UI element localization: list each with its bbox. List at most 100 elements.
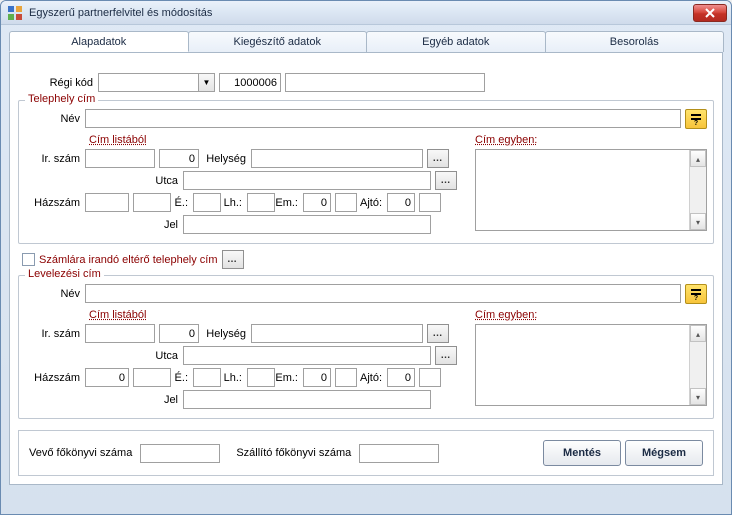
vevo-label: Vevő főkönyvi száma — [29, 447, 136, 459]
app-icon — [7, 5, 23, 21]
tab-body: Régi kód ▼ Telephely cím Név ? — [9, 53, 723, 485]
t-nev-input[interactable] — [85, 109, 681, 128]
t-ep-label: É.: — [171, 197, 193, 209]
t-helyseg-input[interactable] — [251, 149, 423, 168]
l-help-button[interactable]: ? — [685, 284, 707, 304]
regi-kod-input[interactable] — [98, 73, 198, 92]
t-scrollbar[interactable]: ▴▾ — [689, 150, 706, 230]
t-em-input[interactable] — [303, 193, 331, 212]
t-em2-input[interactable] — [335, 193, 357, 212]
levelezesi-legend: Levelezési cím — [25, 268, 104, 280]
t-cim-egyben-label: Cím egyben: — [475, 134, 707, 146]
t-ep-input[interactable] — [193, 193, 221, 212]
l-ajto2-input[interactable] — [419, 368, 441, 387]
t-lh-input[interactable] — [247, 193, 275, 212]
scroll-down-icon[interactable]: ▾ — [690, 388, 706, 405]
szallito-input[interactable] — [359, 444, 439, 463]
l-scrollbar[interactable]: ▴▾ — [689, 325, 706, 405]
eltero-browse[interactable]: … — [222, 250, 244, 269]
eltero-label: Számlára irandó eltérő telephely cím — [39, 254, 222, 266]
l-jel-input[interactable] — [183, 390, 431, 409]
t-utca-label: Utca — [25, 175, 183, 187]
l-em-input[interactable] — [303, 368, 331, 387]
l-utca-label: Utca — [25, 350, 183, 362]
scroll-up-icon[interactable]: ▴ — [690, 150, 706, 167]
t-ajto-label: Ajtó: — [357, 197, 387, 209]
close-button[interactable] — [693, 4, 727, 22]
t-left-column: Cím listából Ir. szám Helység … — [25, 134, 469, 237]
save-button[interactable]: Mentés — [543, 440, 621, 466]
l-lh-input[interactable] — [247, 368, 275, 387]
window-root: Egyszerű partnerfelvitel és módosítás Al… — [0, 0, 732, 515]
l-nev-input[interactable] — [85, 284, 681, 303]
l-nev-label: Név — [25, 288, 85, 300]
tab-egyeb[interactable]: Egyéb adatok — [366, 31, 546, 52]
l-utca-browse[interactable]: … — [435, 346, 457, 365]
l-irszam2-input[interactable] — [159, 324, 199, 343]
extra-input[interactable] — [285, 73, 485, 92]
l-right-column: Cím egyben: ▴▾ — [469, 309, 707, 412]
tab-alapadatok[interactable]: Alapadatok — [9, 31, 189, 52]
t-irszam-input[interactable] — [85, 149, 155, 168]
t-utca-browse[interactable]: … — [435, 171, 457, 190]
t-cim-listabol: Cím listából — [89, 134, 469, 146]
l-utca-input[interactable] — [183, 346, 431, 365]
t-lh-label: Lh.: — [221, 197, 247, 209]
window-title: Egyszerű partnerfelvitel és módosítás — [29, 7, 693, 19]
eltero-checkbox[interactable] — [22, 253, 35, 266]
l-irszam-input[interactable] — [85, 324, 155, 343]
code-input[interactable] — [219, 73, 281, 92]
l-ajto-input[interactable] — [387, 368, 415, 387]
l-cim-listabol: Cím listából — [89, 309, 469, 321]
scroll-down-icon[interactable]: ▾ — [690, 213, 706, 230]
t-hazszam-input[interactable] — [85, 193, 129, 212]
l-hazszam2-input[interactable] — [133, 368, 171, 387]
l-jel-label: Jel — [25, 394, 183, 406]
t-cim-egyben-text[interactable]: ▴▾ — [475, 149, 707, 231]
vevo-input[interactable] — [140, 444, 220, 463]
levelezesi-group: Levelezési cím Név ? Cím listából Ir. sz… — [18, 275, 714, 419]
t-jel-label: Jel — [25, 219, 183, 231]
t-jel-input[interactable] — [183, 215, 431, 234]
l-em2-input[interactable] — [335, 368, 357, 387]
t-helyseg-label: Helység — [199, 153, 251, 165]
l-hazszam-input[interactable] — [85, 368, 129, 387]
l-cim-egyben-label: Cím egyben: — [475, 309, 707, 321]
t-nev-label: Név — [25, 113, 85, 125]
tab-kiegeszito[interactable]: Kiegészítő adatok — [188, 31, 368, 52]
l-lh-label: Lh.: — [221, 372, 247, 384]
telephely-legend: Telephely cím — [25, 93, 98, 105]
t-hazszam-label: Házszám — [25, 197, 85, 209]
t-irszam2-input[interactable] — [159, 149, 199, 168]
t-right-column: Cím egyben: ▴▾ — [469, 134, 707, 237]
t-help-button[interactable]: ? — [685, 109, 707, 129]
titlebar: Egyszerű partnerfelvitel és módosítás — [1, 1, 731, 25]
l-cim-egyben-text[interactable]: ▴▾ — [475, 324, 707, 406]
regi-kod-label: Régi kód — [18, 77, 98, 89]
dropdown-icon[interactable]: ▼ — [198, 73, 215, 92]
l-ajto-label: Ajtó: — [357, 372, 387, 384]
t-irszam-label: Ir. szám — [25, 153, 85, 165]
tab-besorolas[interactable]: Besorolás — [545, 31, 725, 52]
scroll-up-icon[interactable]: ▴ — [690, 325, 706, 342]
l-helyseg-input[interactable] — [251, 324, 423, 343]
bottom-panel: Vevő főkönyvi száma Szállító főkönyvi sz… — [18, 430, 714, 476]
l-hazszam-label: Házszám — [25, 372, 85, 384]
l-helyseg-browse[interactable]: … — [427, 324, 449, 343]
svg-text:?: ? — [694, 295, 698, 301]
t-em-label: Em.: — [275, 197, 303, 209]
l-ep-label: É.: — [171, 372, 193, 384]
t-helyseg-browse[interactable]: … — [427, 149, 449, 168]
telephely-group: Telephely cím Név ? Cím listából Ir. szá… — [18, 100, 714, 244]
szallito-label: Szállító főkönyvi száma — [236, 447, 355, 459]
t-ajto2-input[interactable] — [419, 193, 441, 212]
t-hazszam2-input[interactable] — [133, 193, 171, 212]
cancel-button[interactable]: Mégsem — [625, 440, 703, 466]
l-helyseg-label: Helység — [199, 328, 251, 340]
l-ep-input[interactable] — [193, 368, 221, 387]
svg-text:?: ? — [694, 120, 698, 126]
l-em-label: Em.: — [275, 372, 303, 384]
t-ajto-input[interactable] — [387, 193, 415, 212]
t-utca-input[interactable] — [183, 171, 431, 190]
regi-kod-combo[interactable]: ▼ — [98, 73, 215, 92]
